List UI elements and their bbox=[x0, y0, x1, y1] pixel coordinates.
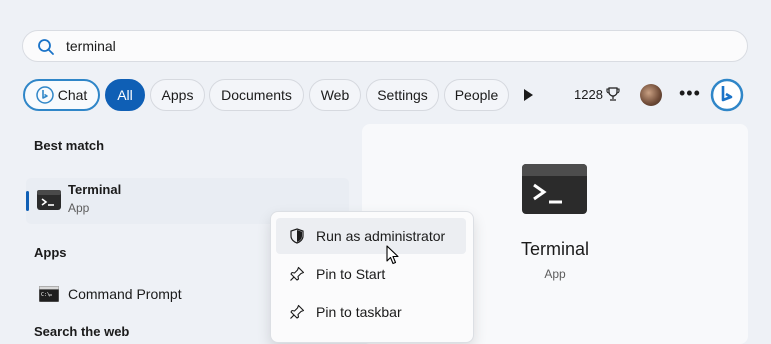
command-prompt-label: Command Prompt bbox=[68, 286, 182, 302]
search-web-heading: Search the web bbox=[34, 324, 130, 339]
bing-chat-icon bbox=[35, 86, 54, 104]
trophy-icon[interactable] bbox=[605, 86, 621, 102]
filter-bar: Chat All Apps Documents Web Settings Peo… bbox=[22, 78, 762, 112]
best-match-subtitle: App bbox=[68, 201, 90, 215]
filter-apps[interactable]: Apps bbox=[150, 79, 205, 111]
pin-to-start-menu-item[interactable]: Pin to Start bbox=[276, 256, 466, 292]
filter-web[interactable]: Web bbox=[309, 79, 361, 111]
filter-settings[interactable]: Settings bbox=[366, 79, 439, 111]
run-as-administrator-menu-item[interactable]: Run as administrator bbox=[276, 218, 466, 254]
filter-people[interactable]: People bbox=[444, 79, 509, 111]
menu-item-label: Pin to Start bbox=[316, 266, 386, 282]
menu-item-label: Run as administrator bbox=[316, 228, 446, 244]
svg-text:C:\: C:\ bbox=[41, 292, 50, 298]
selection-indicator bbox=[26, 191, 29, 211]
pin-icon bbox=[290, 266, 305, 281]
search-input[interactable]: terminal bbox=[66, 38, 116, 54]
pin-to-taskbar-menu-item[interactable]: Pin to taskbar bbox=[276, 294, 466, 330]
search-box[interactable]: terminal bbox=[22, 30, 748, 62]
more-filters-arrow-icon[interactable] bbox=[521, 87, 535, 103]
shield-icon bbox=[290, 228, 304, 244]
avatar[interactable] bbox=[640, 84, 662, 106]
mouse-cursor-icon bbox=[386, 245, 399, 265]
filter-documents[interactable]: Documents bbox=[209, 79, 304, 111]
filter-all[interactable]: All bbox=[105, 79, 145, 111]
best-match-heading: Best match bbox=[34, 138, 105, 153]
menu-item-label: Pin to taskbar bbox=[316, 304, 402, 320]
search-icon bbox=[38, 39, 54, 55]
terminal-app-icon bbox=[37, 190, 61, 210]
pin-icon bbox=[290, 304, 305, 319]
terminal-large-icon bbox=[522, 164, 587, 214]
best-match-title: Terminal bbox=[68, 182, 122, 197]
chat-button-label: Chat bbox=[57, 87, 88, 103]
rewards-points[interactable]: 1228 bbox=[574, 87, 603, 102]
command-prompt-icon: C:\ bbox=[39, 286, 59, 302]
apps-heading: Apps bbox=[34, 245, 67, 260]
more-options-icon[interactable]: ••• bbox=[679, 83, 701, 104]
context-menu: Run as administrator Pin to Start Pin to… bbox=[270, 211, 474, 343]
bing-icon[interactable] bbox=[710, 78, 744, 112]
chat-button[interactable]: Chat bbox=[23, 79, 100, 111]
